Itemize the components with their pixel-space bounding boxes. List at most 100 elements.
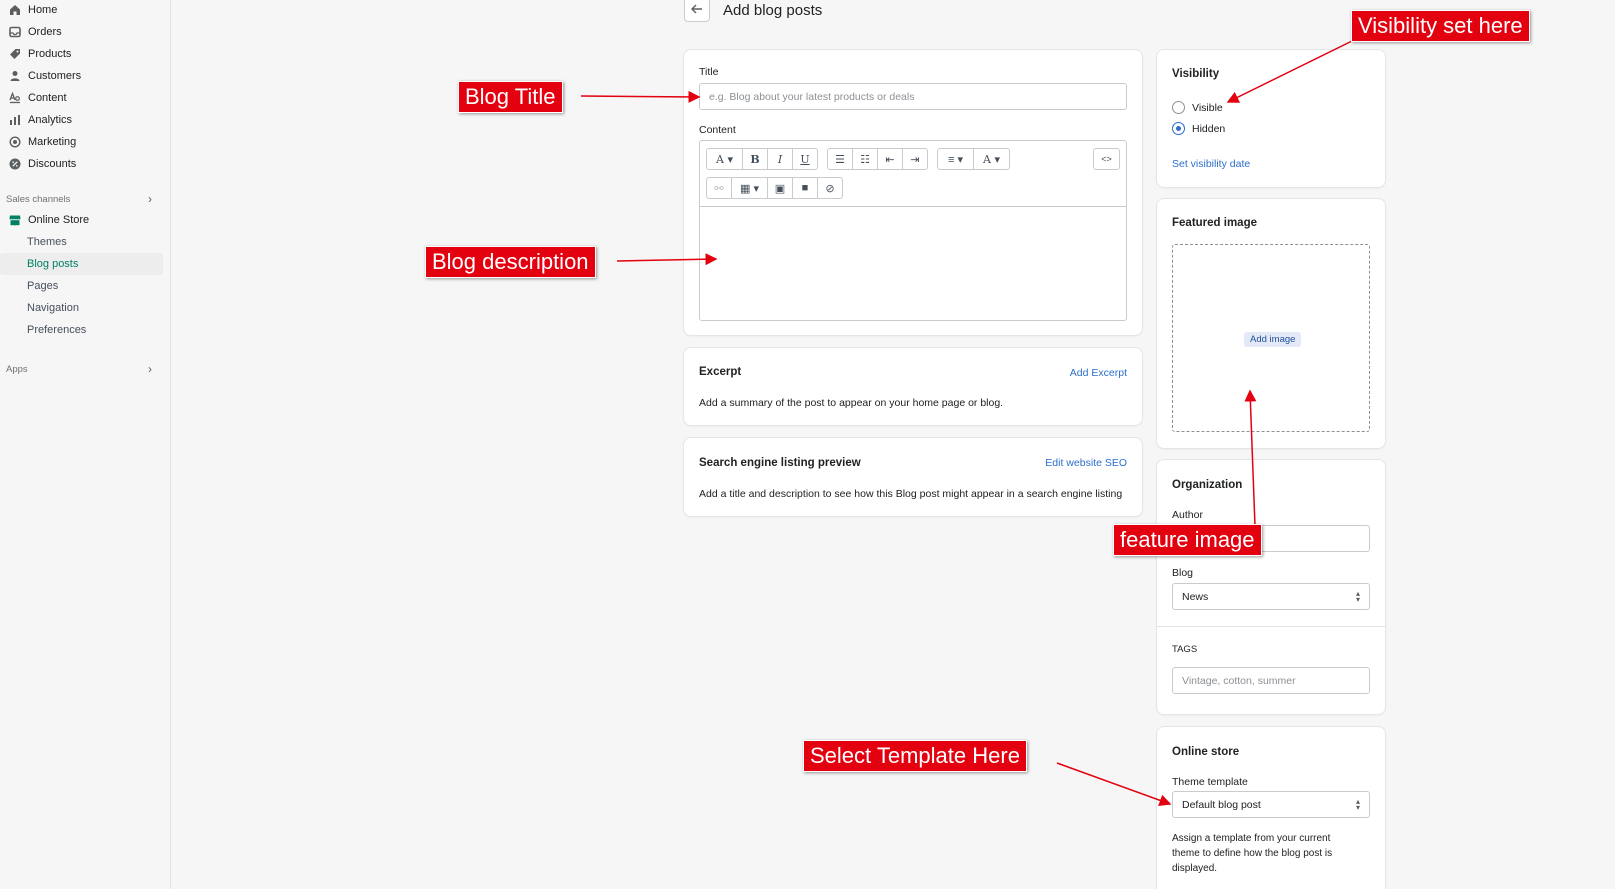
select-arrows-icon: ▴ ▾ [1355, 796, 1360, 812]
content-textarea[interactable] [700, 207, 1126, 320]
code-icon: <> [1101, 154, 1112, 164]
sidebar-item-products[interactable]: Products [0, 43, 170, 65]
discount-icon [8, 158, 21, 171]
blog-label: Blog [1172, 567, 1194, 579]
font-color-dropdown[interactable]: A ▾ [706, 148, 743, 170]
help-line: Assign a template from your current [1172, 833, 1331, 844]
back-button[interactable] [684, 0, 710, 22]
sidebar-item-label: Marketing [28, 136, 77, 148]
numbered-list-icon: ☷ [860, 153, 870, 166]
sidebar-item-label: Orders [28, 26, 62, 38]
insert-image-button[interactable]: ▣ [767, 177, 793, 199]
sidebar-item-content[interactable]: Content [0, 87, 170, 109]
italic-icon: I [777, 152, 783, 166]
video-icon: ■ [801, 182, 809, 194]
sidebar-subitem-pages[interactable]: Pages [0, 275, 170, 297]
image-icon: ▣ [774, 182, 786, 195]
text-color-icon: A ▾ [983, 152, 1000, 166]
sidebar-item-label: Online Store [28, 214, 90, 226]
annotation-select-template: Select Template Here [803, 740, 1027, 772]
image-dropzone[interactable]: Add image [1172, 244, 1370, 432]
sidebar-subitem-preferences[interactable]: Preferences [0, 319, 170, 341]
sidebar-item-discounts[interactable]: Discounts [0, 153, 170, 175]
sales-channels-header[interactable]: Sales channels › [0, 189, 170, 209]
bullet-list-button[interactable]: ☰ [827, 148, 853, 170]
chevron-right-icon: › [148, 362, 152, 376]
annotation-blog-title: Blog Title [458, 81, 563, 113]
seo-description: Add a title and description to see how t… [699, 488, 1123, 500]
content-icon [8, 92, 21, 105]
bold-button[interactable]: B [742, 148, 768, 170]
theme-template-select[interactable]: Default blog post ▴ ▾ [1172, 791, 1370, 818]
numbered-list-button[interactable]: ☷ [852, 148, 878, 170]
excerpt-heading: Excerpt [699, 366, 742, 378]
sidebar-item-label: Content [28, 92, 67, 104]
add-excerpt-link[interactable]: Add Excerpt [1070, 367, 1127, 379]
sidebar-subitem-navigation[interactable]: Navigation [0, 297, 170, 319]
bullet-list-icon: ☰ [835, 153, 845, 166]
tag-icon [8, 48, 21, 61]
author-label: Author [1172, 509, 1203, 521]
html-source-button[interactable]: <> [1093, 148, 1120, 170]
table-icon: ▦ ▾ [740, 182, 759, 195]
sidebar-item-home[interactable]: Home [0, 0, 170, 21]
sidebar-item-analytics[interactable]: Analytics [0, 109, 170, 131]
sidebar-item-label: Discounts [28, 158, 77, 170]
excerpt-card: Excerpt Add Excerpt Add a summary of the… [684, 348, 1142, 425]
post-editor-card: Title e.g. Blog about your latest produc… [684, 50, 1142, 335]
apps-header[interactable]: Apps › [0, 359, 170, 379]
link-button[interactable]: ⚯ [706, 177, 732, 199]
sidebar-subitem-blog-posts[interactable]: Blog posts [0, 253, 163, 275]
sidebar-item-label: Analytics [28, 114, 73, 126]
insert-video-button[interactable]: ■ [792, 177, 818, 199]
align-dropdown[interactable]: ≡ ▾ [937, 148, 974, 170]
rich-text-editor: A ▾ B I U ☰ ☷ ⇤ ⇥ ≡ ▾ A ▾ <> ⚯ ▦ ▾ ▣ ■ ⊘ [699, 140, 1127, 321]
text-color-dropdown[interactable]: A ▾ [973, 148, 1010, 170]
annotation-visibility: Visibility set here [1351, 10, 1530, 42]
clear-formatting-button[interactable]: ⊘ [817, 177, 843, 199]
sidebar-item-customers[interactable]: Customers [0, 65, 170, 87]
link-icon: ⚯ [714, 182, 724, 195]
indent-button[interactable]: ⇥ [902, 148, 928, 170]
blog-select[interactable]: News ▴ ▾ [1172, 583, 1370, 610]
organization-divider [1157, 626, 1385, 627]
seo-heading: Search engine listing preview [699, 457, 861, 469]
bold-icon: B [750, 152, 760, 166]
table-dropdown[interactable]: ▦ ▾ [731, 177, 768, 199]
help-line: displayed. [1172, 863, 1218, 874]
underline-button[interactable]: U [792, 148, 818, 170]
sidebar-item-orders[interactable]: Orders [0, 21, 170, 43]
sidebar-subitem-themes[interactable]: Themes [0, 231, 170, 253]
online-store-heading: Online store [1172, 746, 1240, 758]
theme-template-label: Theme template [1172, 776, 1248, 788]
visible-radio-label: Visible [1192, 102, 1223, 114]
annotation-blog-description: Blog description [425, 246, 596, 278]
edit-seo-link[interactable]: Edit website SEO [1045, 457, 1127, 469]
orders-icon [8, 26, 21, 39]
annotation-feature-image: feature image [1113, 524, 1262, 556]
home-icon [8, 4, 21, 17]
organization-card: Organization Author Blog News ▴ ▾ TAGS Vi… [1157, 460, 1385, 714]
editor-toolbar: A ▾ B I U ☰ ☷ ⇤ ⇥ ≡ ▾ A ▾ <> ⚯ ▦ ▾ ▣ ■ ⊘ [700, 141, 1126, 207]
set-visibility-date-link[interactable]: Set visibility date [1172, 158, 1250, 170]
indent-icon: ⇥ [910, 153, 920, 166]
title-input[interactable]: e.g. Blog about your latest products or … [699, 83, 1127, 110]
seo-card: Search engine listing preview Edit websi… [684, 438, 1142, 516]
sidebar: Home Orders Products Customers Content A… [0, 0, 171, 889]
tags-label: TAGS [1172, 644, 1198, 655]
tags-input[interactable]: Vintage, cotton, summer [1172, 667, 1370, 694]
chevron-right-icon: › [148, 192, 152, 206]
sidebar-item-online-store[interactable]: Online Store [0, 209, 170, 231]
add-image-button[interactable]: Add image [1244, 332, 1302, 347]
align-left-icon: ≡ ▾ [948, 153, 963, 166]
italic-button[interactable]: I [767, 148, 793, 170]
person-icon [8, 70, 21, 83]
hidden-radio[interactable] [1172, 122, 1185, 135]
font-a-icon: A ▾ [716, 152, 733, 166]
help-line: theme to define how the blog post is [1172, 848, 1333, 859]
sidebar-item-marketing[interactable]: Marketing [0, 131, 170, 153]
outdent-button[interactable]: ⇤ [877, 148, 903, 170]
page-title: Add blog posts [723, 2, 823, 19]
visible-radio[interactable] [1172, 101, 1185, 114]
theme-template-help: Assign a template from your current them… [1172, 831, 1332, 876]
